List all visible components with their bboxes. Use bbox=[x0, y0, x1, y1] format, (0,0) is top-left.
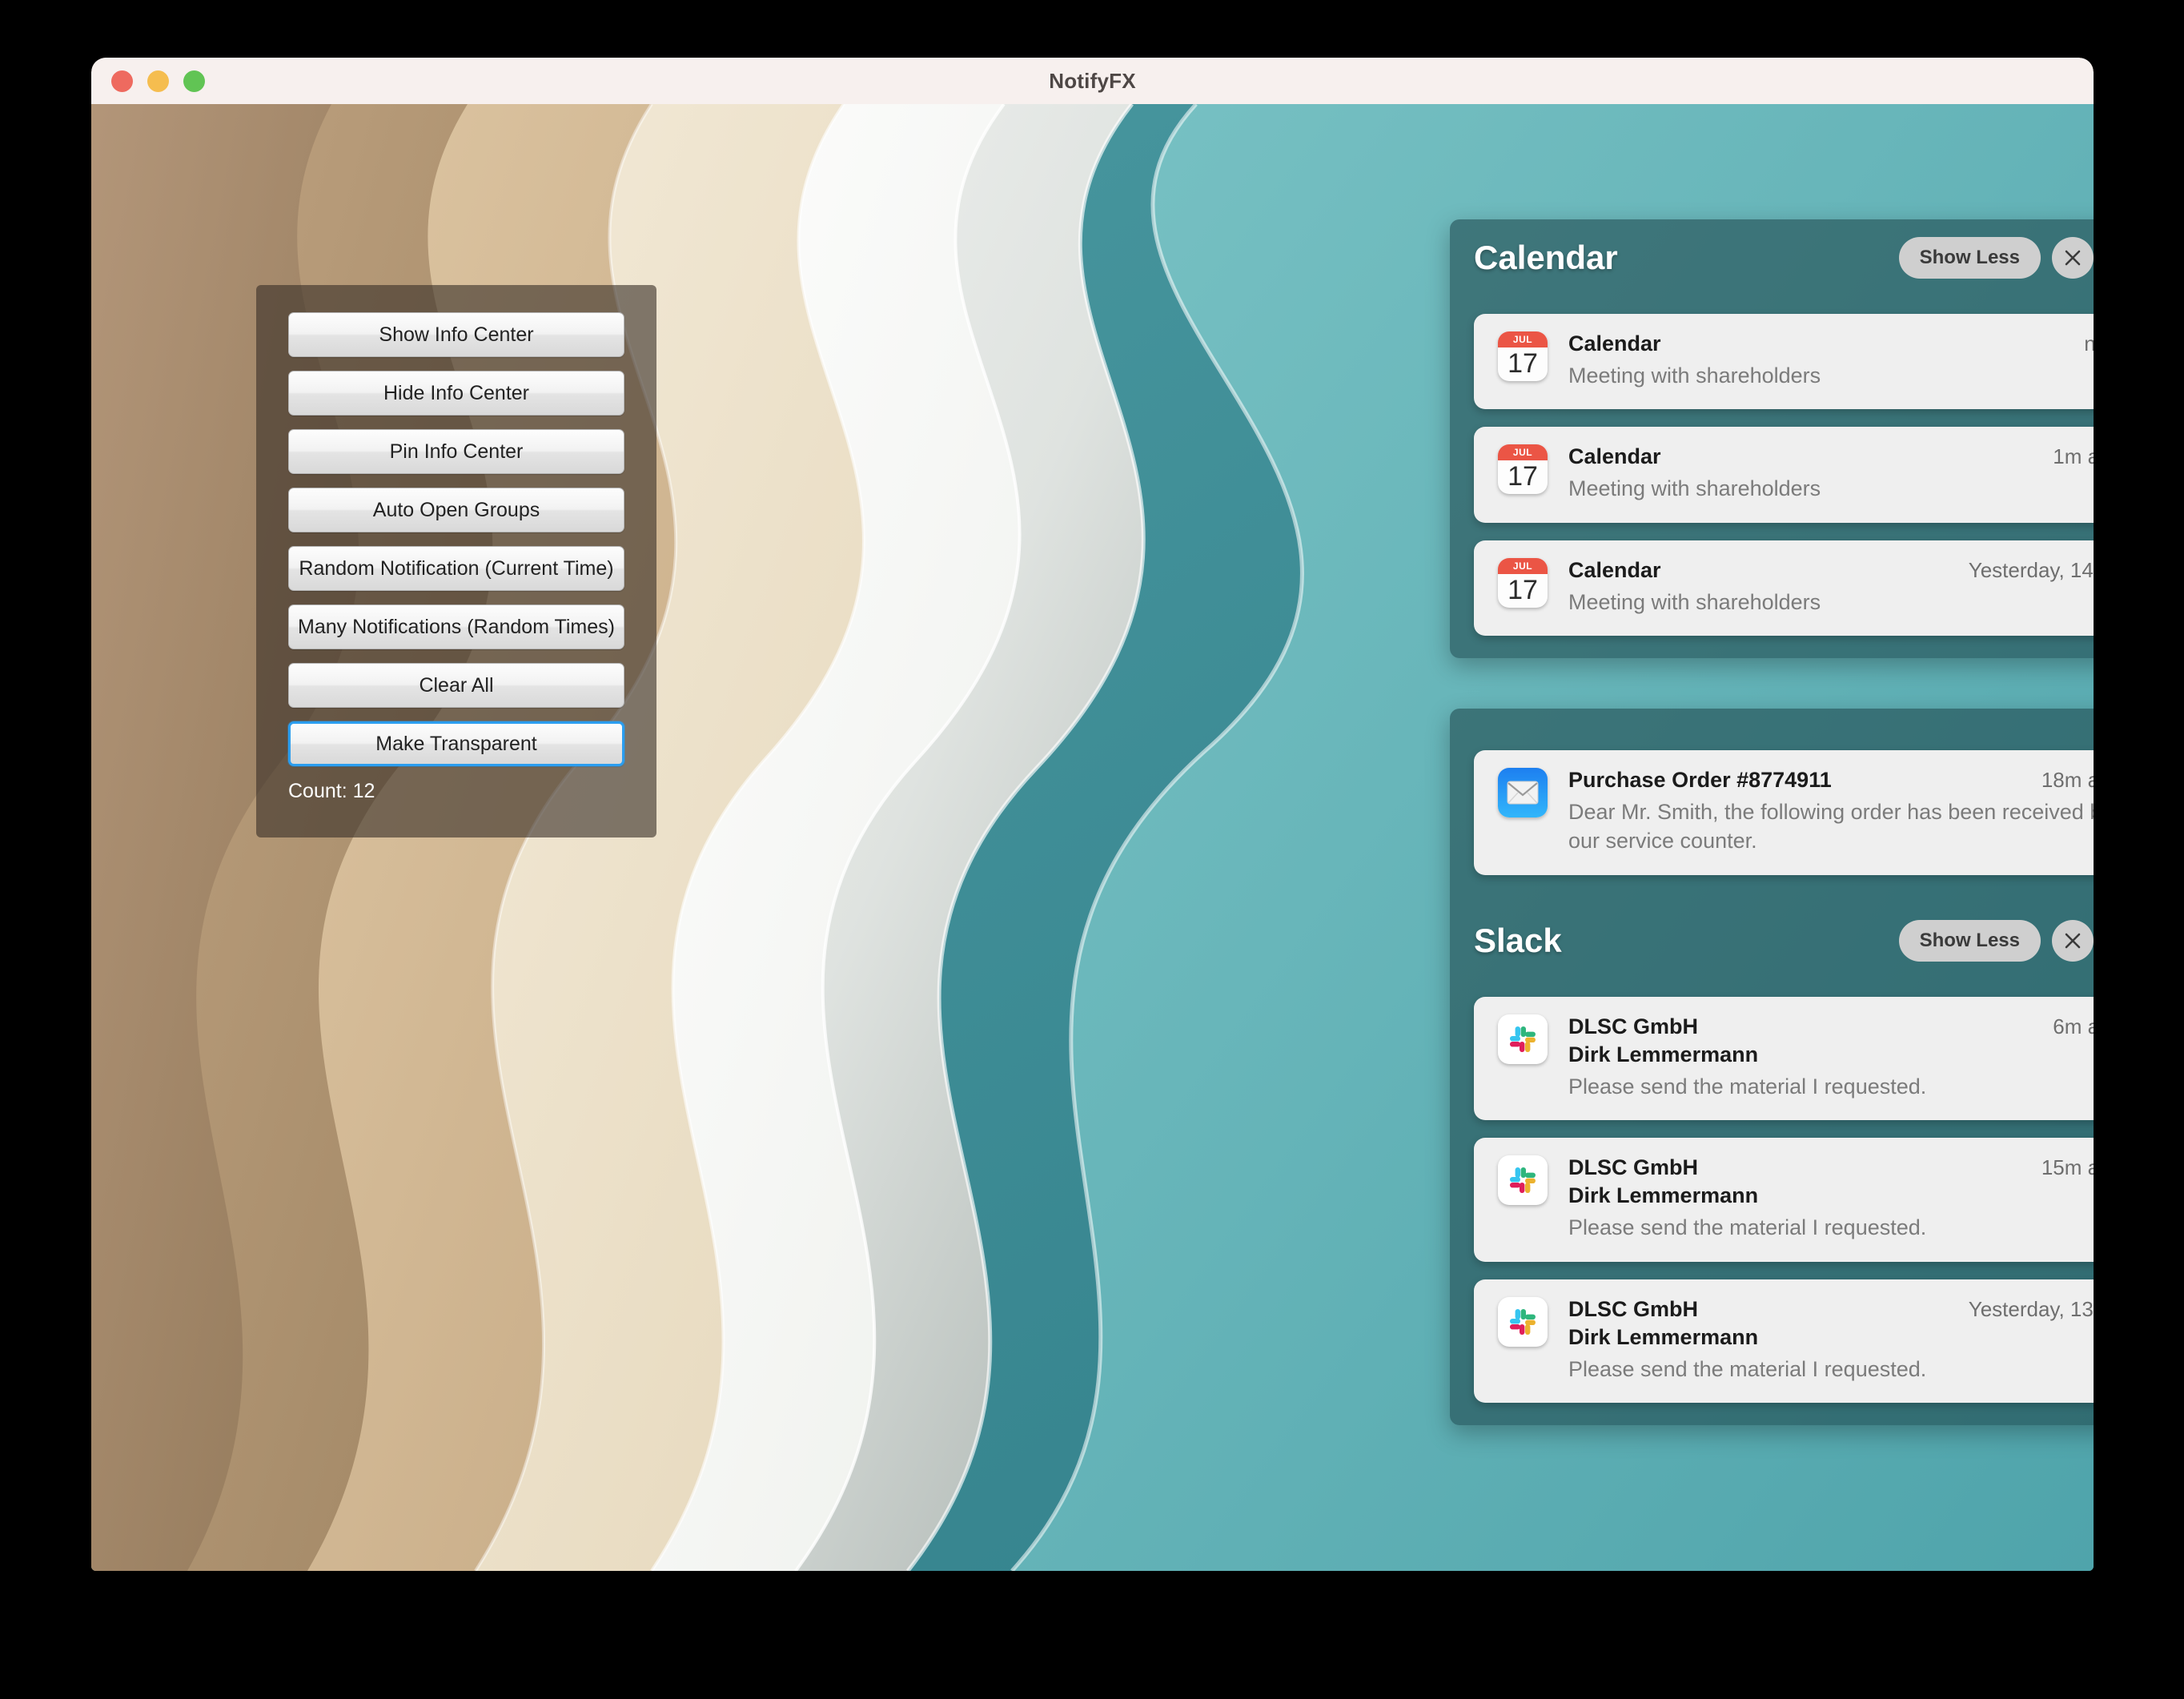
notification-timestamp: now bbox=[2084, 331, 2094, 355]
calendar-icon-month: JUL bbox=[1498, 444, 1548, 461]
notification-sender: Dirk Lemmermann bbox=[1568, 1042, 1759, 1066]
slack-icon bbox=[1498, 1296, 1548, 1347]
auto-open-groups-button[interactable]: Auto Open Groups bbox=[288, 488, 624, 532]
notification-message: Meeting with shareholders bbox=[1568, 363, 1821, 388]
notification-message: Please send the material I requested. bbox=[1568, 1074, 1927, 1099]
notification-title: DLSC GmbH bbox=[1568, 1296, 1698, 1321]
calendar-icon: JUL 17 bbox=[1498, 331, 1548, 381]
app-window: NotifyFX Show Info Center Hide Info Cent… bbox=[91, 58, 2094, 1571]
calendar-icon-day: 17 bbox=[1508, 348, 1538, 379]
slack-icon bbox=[1498, 1014, 1548, 1064]
calendar-icon-month: JUL bbox=[1498, 331, 1548, 347]
notification-timestamp: 1m ago bbox=[2053, 444, 2094, 469]
notification-card-mail[interactable]: Purchase Order #8774911 18m ago Dear Mr.… bbox=[1474, 750, 2094, 892]
group-title-calendar: Calendar bbox=[1474, 239, 1618, 276]
control-panel: Show Info Center Hide Info Center Pin In… bbox=[256, 285, 656, 837]
calendar-icon-month: JUL bbox=[1498, 557, 1548, 574]
calendar-icon-day: 17 bbox=[1508, 461, 1538, 492]
group-title-slack: Slack bbox=[1474, 921, 1562, 959]
notification-card[interactable]: JUL 17 Calendar now Meeting with shareho… bbox=[1474, 314, 2094, 410]
notification-sender: Dirk Lemmermann bbox=[1568, 1324, 1759, 1349]
show-less-button-calendar[interactable]: Show Less bbox=[1898, 237, 2041, 279]
notification-message: Dear Mr. Smith, the following order has … bbox=[1568, 800, 2094, 854]
notification-title: DLSC GmbH bbox=[1568, 1155, 1698, 1180]
notification-title: Purchase Order #8774911 bbox=[1568, 768, 1832, 792]
notification-sender: Dirk Lemmermann bbox=[1568, 1183, 1759, 1208]
notification-card[interactable]: DLSC GmbH Yesterday, 13:55 Dirk Lemmerma… bbox=[1474, 1279, 2094, 1404]
notification-timestamp: Yesterday, 13:55 bbox=[1968, 1296, 2094, 1321]
notification-card[interactable]: DLSC GmbH 6m ago Dirk Lemmermann Please … bbox=[1474, 996, 2094, 1121]
notification-timestamp: 15m ago bbox=[2041, 1155, 2094, 1180]
notification-title: Calendar bbox=[1568, 331, 1661, 355]
notification-card[interactable]: JUL 17 Calendar Yesterday, 14:03 Meeting… bbox=[1474, 540, 2094, 637]
desktop-wallpaper: Show Info Center Hide Info Center Pin In… bbox=[91, 104, 2094, 1571]
window-titlebar: NotifyFX bbox=[91, 58, 2094, 104]
close-icon[interactable] bbox=[2052, 237, 2094, 279]
notification-message: Meeting with shareholders bbox=[1568, 476, 1821, 501]
calendar-icon: JUL 17 bbox=[1498, 557, 1548, 608]
window-title: NotifyFX bbox=[1049, 69, 1136, 93]
mail-icon bbox=[1498, 768, 1548, 817]
notification-count-label: Count: 12 bbox=[288, 780, 375, 802]
notification-card[interactable]: JUL 17 Calendar 1m ago Meeting with shar… bbox=[1474, 427, 2094, 523]
notification-title: DLSC GmbH bbox=[1568, 1014, 1698, 1038]
many-notifications-button[interactable]: Many Notifications (Random Times) bbox=[288, 604, 624, 649]
calendar-icon-day: 17 bbox=[1508, 574, 1538, 605]
notification-title: Calendar bbox=[1568, 444, 1661, 469]
close-icon[interactable] bbox=[2052, 919, 2094, 962]
clear-all-button[interactable]: Clear All bbox=[288, 663, 624, 708]
show-less-button-slack[interactable]: Show Less bbox=[1898, 919, 2041, 962]
calendar-icon: JUL 17 bbox=[1498, 444, 1548, 495]
notification-timestamp: 18m ago bbox=[2041, 768, 2094, 792]
slack-icon bbox=[1498, 1155, 1548, 1206]
notification-card[interactable]: DLSC GmbH 15m ago Dirk Lemmermann Please… bbox=[1474, 1138, 2094, 1262]
make-transparent-button[interactable]: Make Transparent bbox=[288, 721, 624, 766]
notification-message: Meeting with shareholders bbox=[1568, 589, 1821, 614]
notification-group-slack: Purchase Order #8774911 18m ago Dear Mr.… bbox=[1450, 709, 2094, 1426]
hide-info-center-button[interactable]: Hide Info Center bbox=[288, 371, 624, 416]
notification-title: Calendar bbox=[1568, 557, 1661, 582]
notification-message: Please send the material I requested. bbox=[1568, 1356, 1927, 1381]
group-header-slack: Slack Show Less bbox=[1474, 902, 2094, 979]
notification-timestamp: 6m ago bbox=[2053, 1014, 2094, 1038]
random-notification-button[interactable]: Random Notification (Current Time) bbox=[288, 546, 624, 591]
notification-message: Please send the material I requested. bbox=[1568, 1215, 1927, 1240]
notification-group-calendar: Calendar Show Less JUL 17 Calendar n Mee… bbox=[1450, 219, 2094, 659]
notification-timestamp: Yesterday, 14:03 bbox=[1968, 557, 2094, 582]
show-info-center-button[interactable]: Show Info Center bbox=[288, 312, 624, 357]
group-header-calendar: Calendar Show Less bbox=[1474, 219, 2094, 296]
pin-info-center-button[interactable]: Pin Info Center bbox=[288, 429, 624, 474]
